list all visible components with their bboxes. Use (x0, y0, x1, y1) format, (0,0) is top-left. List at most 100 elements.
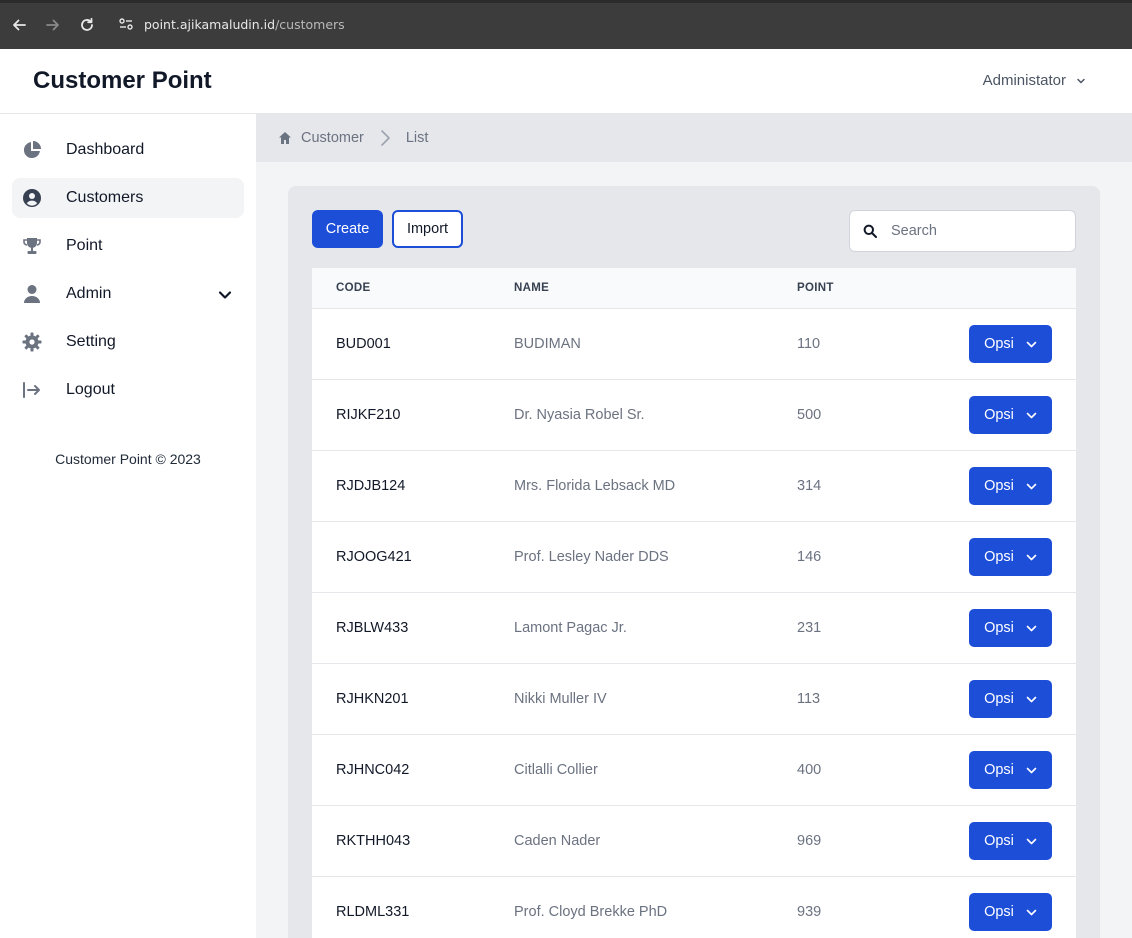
sidebar-item-logout[interactable]: Logout (12, 370, 244, 410)
sidebar: Dashboard Customers Point Admin Setting … (0, 114, 256, 938)
cell-point: 113 (797, 691, 821, 707)
sidebar-item-label: Admin (66, 285, 112, 302)
cell-point: 314 (797, 478, 822, 494)
cell-name: Lamont Pagac Jr. (514, 620, 627, 636)
chevron-down-icon (1026, 341, 1037, 347)
sidebar-item-point[interactable]: Point (12, 226, 244, 266)
user-menu-label: Administator (982, 72, 1066, 89)
user-menu[interactable]: Administator (983, 72, 1086, 89)
table-row: RIJKF210 Dr. Nyasia Robel Sr. 500 Opsi (312, 379, 1076, 450)
opsi-label: Opsi (984, 620, 1014, 636)
chevron-down-icon (1026, 554, 1037, 560)
url-text: point.ajikamaludin.id/customers (144, 17, 345, 32)
cell-name: Dr. Nyasia Robel Sr. (514, 407, 645, 423)
chevron-down-icon (1026, 412, 1037, 418)
table-header: CODE NAME POINT (312, 268, 1076, 308)
breadcrumb: Customer List (256, 114, 1132, 162)
import-button[interactable]: Import (392, 210, 463, 248)
table-row: RKTHH043 Caden Nader 969 Opsi (312, 805, 1076, 876)
table-row: BUD001 BUDIMAN 110 Opsi (312, 308, 1076, 379)
cell-point: 400 (797, 762, 822, 778)
cell-point: 146 (797, 549, 822, 565)
address-bar[interactable]: point.ajikamaludin.id/customers (118, 16, 345, 32)
cell-point: 939 (797, 904, 822, 920)
cell-point: 231 (797, 620, 822, 636)
cell-name: Citlalli Collier (514, 762, 598, 778)
chevron-down-icon (1026, 909, 1037, 915)
table-row: RJDJB124 Mrs. Florida Lebsack MD 314 Opsi (312, 450, 1076, 521)
sidebar-item-label: Point (66, 237, 103, 254)
table-row: RJOOG421 Prof. Lesley Nader DDS 146 Opsi (312, 521, 1076, 592)
forward-icon[interactable] (43, 15, 63, 35)
opsi-label: Opsi (984, 478, 1014, 494)
table-row: RLDML331 Prof. Cloyd Brekke PhD 939 Opsi (312, 876, 1076, 938)
cell-name: Nikki Muller IV (514, 691, 607, 707)
cell-code: RLDML331 (336, 904, 410, 920)
sidebar-item-dashboard[interactable]: Dashboard (12, 130, 244, 170)
column-header-code: CODE (336, 282, 371, 294)
trophy-icon (22, 236, 42, 256)
opsi-label: Opsi (984, 691, 1014, 707)
sidebar-item-label: Setting (66, 333, 116, 350)
back-icon[interactable] (9, 15, 29, 35)
cell-name: Mrs. Florida Lebsack MD (514, 478, 676, 494)
opsi-dropdown-button[interactable]: Opsi (969, 822, 1052, 860)
sidebar-item-customers[interactable]: Customers (12, 178, 244, 218)
site-info-icon[interactable] (118, 16, 134, 32)
cell-code: RJHKN201 (336, 691, 409, 707)
cell-point: 500 (797, 407, 822, 423)
sidebar-footer: Customer Point © 2023 (55, 451, 201, 467)
opsi-dropdown-button[interactable]: Opsi (969, 893, 1052, 931)
cell-name: Prof. Cloyd Brekke PhD (514, 904, 668, 920)
app-title[interactable]: Customer Point (33, 67, 212, 95)
column-header-point: POINT (797, 282, 834, 294)
cell-point: 969 (797, 833, 822, 849)
user-icon (22, 284, 42, 304)
search-input[interactable] (891, 223, 1061, 239)
opsi-dropdown-button[interactable]: Opsi (969, 467, 1052, 505)
chevron-down-icon (1077, 78, 1085, 83)
opsi-label: Opsi (984, 407, 1014, 423)
chevron-down-icon (1026, 696, 1037, 702)
opsi-label: Opsi (984, 336, 1014, 352)
cell-name: Caden Nader (514, 833, 601, 849)
customer-list-card: Create Import CODE NAME POINT BUD001 BUDI… (288, 186, 1100, 938)
logout-icon (22, 380, 42, 400)
cell-code: RJDJB124 (336, 478, 406, 494)
chevron-down-icon (1026, 483, 1037, 489)
chevron-down-icon (1026, 838, 1037, 844)
cell-code: RKTHH043 (336, 833, 411, 849)
chevron-down-icon (1026, 767, 1037, 773)
pie-chart-icon (22, 140, 42, 160)
main-content: Customer List Create Import CODE NAME PO… (256, 114, 1132, 938)
sidebar-item-setting[interactable]: Setting (12, 322, 244, 362)
opsi-dropdown-button[interactable]: Opsi (969, 396, 1052, 434)
opsi-dropdown-button[interactable]: Opsi (969, 538, 1052, 576)
cell-name: BUDIMAN (514, 336, 581, 352)
breadcrumb-item-list: List (405, 130, 429, 146)
search-box[interactable] (849, 210, 1076, 252)
opsi-label: Opsi (984, 904, 1014, 920)
chevron-down-icon[interactable] (218, 288, 232, 302)
sidebar-item-label: Logout (66, 381, 115, 398)
create-button[interactable]: Create (312, 210, 383, 248)
opsi-dropdown-button[interactable]: Opsi (969, 680, 1052, 718)
sidebar-item-admin[interactable]: Admin (12, 274, 244, 314)
table-row: RJBLW433 Lamont Pagac Jr. 231 Opsi (312, 592, 1076, 663)
cell-code: BUD001 (336, 336, 391, 352)
opsi-dropdown-button[interactable]: Opsi (969, 325, 1052, 363)
chevron-right-icon (381, 130, 390, 146)
app-header: Customer Point Administator (0, 49, 1132, 114)
cell-code: RJOOG421 (336, 549, 412, 565)
home-icon[interactable] (278, 131, 292, 145)
table-row: RJHKN201 Nikki Muller IV 113 Opsi (312, 663, 1076, 734)
opsi-dropdown-button[interactable]: Opsi (969, 751, 1052, 789)
cell-code: RJBLW433 (336, 620, 409, 636)
search-icon (863, 224, 877, 238)
table-row: RJHNC042 Citlalli Collier 400 Opsi (312, 734, 1076, 805)
chevron-down-icon (1026, 625, 1037, 631)
opsi-dropdown-button[interactable]: Opsi (969, 609, 1052, 647)
reload-icon[interactable] (77, 15, 97, 35)
breadcrumb-item-customer[interactable]: Customer (301, 130, 364, 146)
cell-point: 110 (797, 336, 821, 352)
